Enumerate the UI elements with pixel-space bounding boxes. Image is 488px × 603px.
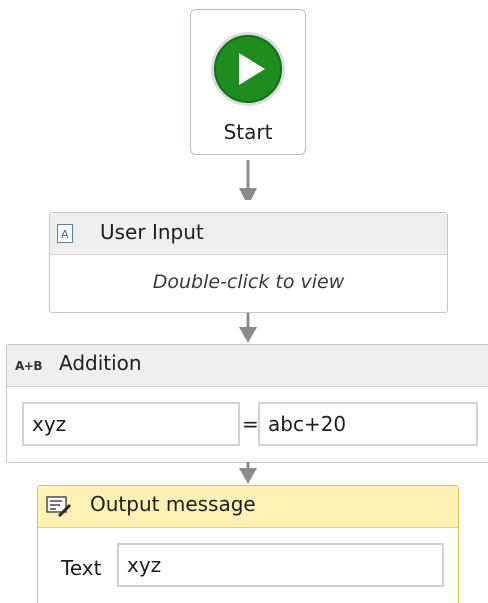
addition-icon: A+B: [15, 359, 43, 373]
connector-arrow: [239, 160, 257, 200]
activity-title: User Input: [100, 220, 204, 244]
activity-title: Output message: [90, 492, 256, 516]
equals-sign: =: [242, 412, 259, 436]
user-input-activity[interactable]: A User Input Double-click to view: [49, 212, 448, 313]
addition-activity[interactable]: A+B Addition xyz = abc+20: [6, 344, 488, 463]
activity-header: A User Input: [50, 213, 447, 255]
double-click-hint: Double-click to view: [152, 271, 345, 293]
start-node[interactable]: Start: [190, 9, 306, 155]
text-label: Text: [61, 556, 102, 580]
svg-text:A: A: [61, 228, 69, 241]
text-field[interactable]: xyz: [117, 543, 444, 587]
document-icon: A: [57, 224, 73, 243]
activity-header: A+B Addition: [7, 345, 488, 387]
message-edit-icon: [46, 496, 72, 518]
activity-header: Output message: [38, 486, 458, 528]
workflow-canvas: Start A User Input Double-click to view …: [0, 0, 488, 603]
output-message-activity[interactable]: Output message Text xyz: [37, 485, 459, 603]
activity-title: Addition: [59, 351, 142, 375]
play-icon: [211, 32, 285, 106]
assign-to-field[interactable]: xyz: [22, 402, 240, 446]
value-field[interactable]: abc+20: [258, 402, 478, 446]
start-label: Start: [223, 120, 273, 144]
